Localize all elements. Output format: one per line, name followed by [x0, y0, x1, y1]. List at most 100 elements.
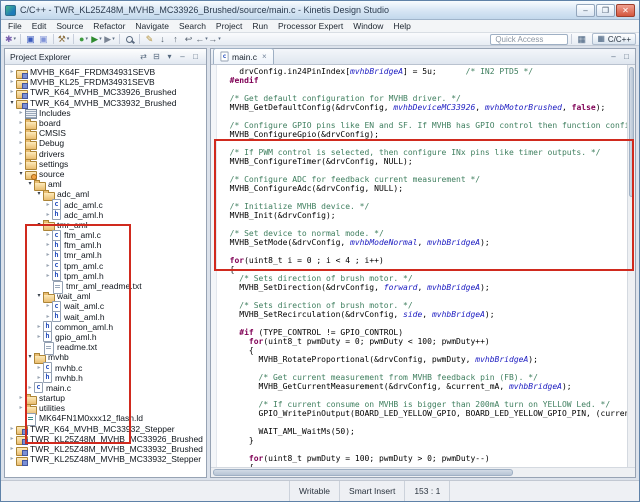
code-line[interactable]: MVHB_ConfigureAdc(&drvConfig, NULL); — [220, 184, 627, 193]
expand-arrow-icon[interactable]: ▸ — [8, 67, 16, 77]
menu-source[interactable]: Source — [51, 21, 88, 31]
tree-item-aml[interactable]: ▾aml — [5, 179, 206, 189]
code-line[interactable] — [220, 319, 627, 328]
close-tab-icon[interactable]: × — [262, 53, 267, 61]
code-line[interactable] — [220, 292, 627, 301]
tree-item-utilities[interactable]: ▸utilities — [5, 403, 206, 413]
tree-item-wait-aml-h[interactable]: ▸hwait_aml.h — [5, 312, 206, 322]
expand-arrow-icon[interactable]: ▸ — [17, 128, 25, 138]
expand-arrow-icon[interactable]: ▸ — [44, 240, 52, 250]
tree-item-wait-aml[interactable]: ▾wait_aml — [5, 291, 206, 301]
view-menu-icon[interactable]: ▾ — [164, 50, 175, 64]
expand-arrow-icon[interactable]: ▸ — [17, 118, 25, 128]
menu-refactor[interactable]: Refactor — [88, 21, 130, 31]
code-line[interactable]: { — [220, 346, 627, 355]
search-icon[interactable] — [123, 33, 136, 45]
tree-item-tmr-aml-readme-txt[interactable]: tmr_aml_readme.txt — [5, 281, 206, 291]
collapse-arrow-icon[interactable]: ▾ — [17, 169, 25, 179]
collapse-arrow-icon[interactable]: ▾ — [26, 179, 34, 189]
menu-run[interactable]: Run — [247, 21, 273, 31]
tree-item-drivers[interactable]: ▸drivers — [5, 149, 206, 159]
code-line[interactable] — [220, 166, 627, 175]
back-icon[interactable]: ←▾ — [195, 33, 208, 45]
menu-navigate[interactable]: Navigate — [130, 21, 174, 31]
code-line[interactable] — [220, 247, 627, 256]
build-icon[interactable]: ⚒▾ — [57, 33, 70, 45]
tree-item-startup[interactable]: ▸startup — [5, 393, 206, 403]
code-line[interactable]: MVHB_ConfigureTimer(&drvConfig, NULL); — [220, 157, 627, 166]
expand-arrow-icon[interactable]: ▸ — [35, 322, 43, 332]
expand-arrow-icon[interactable]: ▸ — [44, 301, 52, 311]
menu-file[interactable]: File — [3, 21, 27, 31]
minimize-editor-icon[interactable]: – — [608, 50, 619, 64]
c-cpp-perspective-button[interactable]: ▦ C/C++ — [592, 33, 636, 45]
tree-item-mvhb[interactable]: ▾mvhb — [5, 352, 206, 362]
collapse-arrow-icon[interactable]: ▾ — [35, 220, 43, 230]
code-line[interactable]: /* Configure GPIO pins like EN and SF. I… — [220, 121, 627, 130]
menu-edit[interactable]: Edit — [27, 21, 52, 31]
tree-item-twr-k64-mvhb-mc33926-brushed[interactable]: ▸TWR_K64_MVHB_MC33926_Brushed — [5, 87, 206, 97]
tab-main-c[interactable]: c main.c × — [213, 48, 274, 64]
expand-arrow-icon[interactable]: ▸ — [17, 149, 25, 159]
expand-arrow-icon[interactable]: ▸ — [44, 271, 52, 281]
forward-icon[interactable]: →▾ — [208, 33, 221, 45]
tree-item-gpio-aml-h[interactable]: ▸hgpio_aml.h — [5, 332, 206, 342]
code-line[interactable]: MVHB_GetDefaultConfig(&drvConfig, mvhbDe… — [220, 103, 627, 112]
code-line[interactable]: /* Configure ADC for feedback current me… — [220, 175, 627, 184]
code-line[interactable] — [220, 139, 627, 148]
tree-item-settings[interactable]: ▸settings — [5, 159, 206, 169]
code-line[interactable]: MVHB_Init(&drvConfig); — [220, 211, 627, 220]
external-tools-icon[interactable]: ▶▾ — [103, 33, 116, 45]
expand-arrow-icon[interactable]: ▸ — [8, 77, 16, 87]
expand-arrow-icon[interactable]: ▸ — [8, 87, 16, 97]
expand-arrow-icon[interactable]: ▸ — [8, 454, 16, 464]
code-line[interactable]: drvConfig.in24PinIndex[mvhbBridgeA] = 5u… — [220, 67, 627, 76]
new-icon[interactable]: ✱▾ — [4, 33, 17, 45]
tree-item-includes[interactable]: ▸Includes — [5, 108, 206, 118]
code-line[interactable] — [220, 391, 627, 400]
code-line[interactable]: for(uint8_t pwmDuty = 0; pwmDuty < 100; … — [220, 337, 627, 346]
tree-item-adc-aml[interactable]: ▾adc_aml — [5, 189, 206, 199]
horizontal-scrollbar-thumb[interactable] — [213, 469, 513, 476]
tree-item-adc-aml-c[interactable]: ▸cadc_aml.c — [5, 199, 206, 209]
tree-item-source[interactable]: ▾source — [5, 169, 206, 179]
menu-processor-expert[interactable]: Processor Expert — [273, 21, 348, 31]
tree-item-mvhb-c[interactable]: ▸cmvhb.c — [5, 362, 206, 372]
menu-project[interactable]: Project — [211, 21, 247, 31]
collapse-arrow-icon[interactable]: ▾ — [26, 352, 34, 362]
expand-arrow-icon[interactable]: ▸ — [44, 250, 52, 260]
quick-access-input[interactable]: Quick Access — [490, 34, 568, 45]
tree-item-board[interactable]: ▸board — [5, 118, 206, 128]
code-line[interactable]: GPIO_WritePinOutput(BOARD_LED_YELLOW_GPI… — [220, 409, 627, 418]
code-line[interactable]: #endif — [220, 76, 627, 85]
expand-arrow-icon[interactable]: ▸ — [17, 138, 25, 148]
tree-item-tmr-aml[interactable]: ▾tmr_aml — [5, 220, 206, 230]
maximize-editor-icon[interactable]: □ — [621, 50, 632, 64]
tree-item-wait-aml-c[interactable]: ▸cwait_aml.c — [5, 301, 206, 311]
code-line[interactable] — [220, 85, 627, 94]
maximize-view-icon[interactable]: □ — [190, 50, 201, 64]
open-perspective-button[interactable]: ▦ — [575, 33, 588, 45]
code-line[interactable]: for(uint8_t pwmDuty = 100; pwmDuty > 0; … — [220, 454, 627, 463]
tree-item-debug[interactable]: ▸Debug — [5, 138, 206, 148]
code-line[interactable]: /* Set device to normal mode. */ — [220, 229, 627, 238]
tree-item-ftm-aml-c[interactable]: ▸cftm_aml.c — [5, 230, 206, 240]
code-area[interactable]: drvConfig.in24PinIndex[mvhbBridgeA] = 5u… — [217, 65, 627, 467]
code-line[interactable] — [220, 445, 627, 454]
expand-arrow-icon[interactable]: ▸ — [8, 444, 16, 454]
collapse-arrow-icon[interactable]: ▾ — [35, 189, 43, 199]
editor-horizontal-scrollbar[interactable] — [211, 467, 635, 477]
tree-item-adc-aml-h[interactable]: ▸hadc_aml.h — [5, 210, 206, 220]
run-icon[interactable]: ▶▾ — [90, 33, 103, 45]
code-line[interactable]: /* Initialize MVHB device. */ — [220, 202, 627, 211]
tree-item-tmr-aml-h[interactable]: ▸htmr_aml.h — [5, 250, 206, 260]
code-line[interactable] — [220, 418, 627, 427]
mark-occurrences-icon[interactable]: ✎ — [143, 33, 156, 45]
tree-item-tpm-aml-h[interactable]: ▸htpm_aml.h — [5, 271, 206, 281]
expand-arrow-icon[interactable]: ▸ — [35, 332, 43, 342]
expand-arrow-icon[interactable]: ▸ — [44, 230, 52, 240]
expand-arrow-icon[interactable]: ▸ — [8, 434, 16, 444]
code-line[interactable]: MVHB_SetRecirculation(&drvConfig, side, … — [220, 310, 627, 319]
next-annotation-icon[interactable]: ↓ — [156, 33, 169, 45]
menu-search[interactable]: Search — [174, 21, 211, 31]
